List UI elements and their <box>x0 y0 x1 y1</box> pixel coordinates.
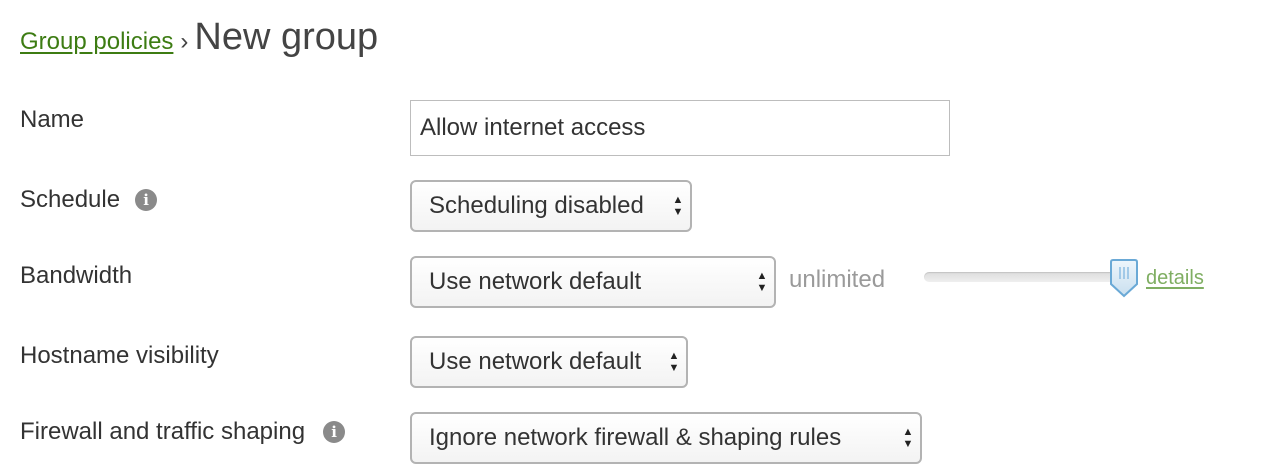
bandwidth-select[interactable]: Use network default ▲ ▼ <box>410 256 776 308</box>
schedule-select-value: Scheduling disabled <box>429 192 644 219</box>
hostname-visibility-select[interactable]: Use network default ▲ ▼ <box>410 336 688 388</box>
firewall-label: Firewall and traffic shaping i <box>20 418 346 446</box>
hostname-visibility-select-value: Use network default <box>429 348 642 375</box>
firewall-label-text: Firewall and traffic shaping <box>20 418 306 445</box>
page-title: New group <box>194 16 379 58</box>
arrow-down-icon: ▼ <box>756 282 768 294</box>
breadcrumb-separator: › <box>180 28 189 55</box>
select-arrows-icon: ▲ ▼ <box>902 426 914 450</box>
group-policies-link[interactable]: Group policies <box>20 28 173 56</box>
name-label: Name <box>20 106 84 134</box>
name-label-text: Name <box>20 106 85 133</box>
bandwidth-select-value: Use network default <box>429 268 642 295</box>
select-arrows-icon: ▲ ▼ <box>668 350 680 374</box>
hostname-visibility-label-text: Hostname visibility <box>20 342 219 369</box>
schedule-select[interactable]: Scheduling disabled ▲ ▼ <box>410 180 692 232</box>
arrow-down-icon: ▼ <box>902 438 914 450</box>
slider-handle-icon[interactable] <box>1109 258 1139 298</box>
bandwidth-status: unlimited <box>789 266 886 293</box>
schedule-info-icon[interactable]: i <box>135 189 158 211</box>
arrow-up-icon: ▲ <box>668 350 680 362</box>
bandwidth-slider-fill <box>924 272 1124 282</box>
select-arrows-icon: ▲ ▼ <box>756 270 768 294</box>
arrow-up-icon: ▲ <box>756 270 768 282</box>
arrow-down-icon: ▼ <box>668 362 680 374</box>
bandwidth-label-text: Bandwidth <box>20 262 133 289</box>
firewall-select-value: Ignore network firewall & shaping rules <box>429 424 842 451</box>
schedule-label-text: Schedule <box>20 186 121 213</box>
arrow-up-icon: ▲ <box>902 426 914 438</box>
schedule-label: Schedule i <box>20 186 158 214</box>
firewall-select[interactable]: Ignore network firewall & shaping rules … <box>410 412 922 464</box>
firewall-info-icon[interactable]: i <box>323 421 346 443</box>
arrow-up-icon: ▲ <box>672 194 684 206</box>
name-input[interactable] <box>410 100 950 156</box>
select-arrows-icon: ▲ ▼ <box>672 194 684 218</box>
breadcrumb: Group policies › New group <box>20 16 378 62</box>
hostname-visibility-label: Hostname visibility <box>20 342 219 370</box>
bandwidth-slider-track[interactable] <box>924 272 1124 282</box>
arrow-down-icon: ▼ <box>672 206 684 218</box>
bandwidth-label: Bandwidth <box>20 262 132 290</box>
bandwidth-details-link[interactable]: details <box>1146 267 1204 290</box>
